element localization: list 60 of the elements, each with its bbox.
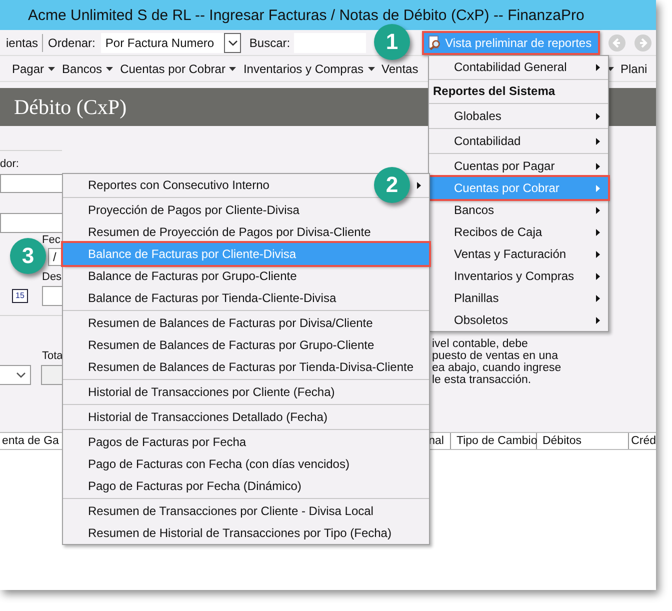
input-field[interactable] <box>0 213 62 233</box>
step-badge: 1 <box>374 24 410 60</box>
note-text: puesto de ventas en una <box>432 350 559 362</box>
menu-item[interactable]: Bancos <box>429 199 498 221</box>
menu-item[interactable]: Pagar <box>12 62 44 76</box>
menu-item[interactable]: Pago de Facturas con Fecha (con días vencidos) <box>63 453 354 475</box>
sort-dropdown[interactable]: Por Factura Numero <box>101 32 242 52</box>
window-title: Acme Unlimited S de RL -- Ingresar Facturas / Notas de Débito (CxP) -- FinanzaPro <box>28 6 584 24</box>
menu-item[interactable]: Inventarios y Compras <box>429 265 578 287</box>
menu-item[interactable]: Ventas y Facturación <box>429 243 570 265</box>
menu-item[interactable]: Balance de Facturas por Tienda-Cliente-Divisa <box>63 287 340 309</box>
menu-item[interactable]: Proyección de Pagos por Cliente-Divisa <box>63 199 304 221</box>
menu-item[interactable]: Plani <box>620 62 648 76</box>
menu-item[interactable]: Bancos <box>62 62 102 76</box>
input-field[interactable] <box>42 286 62 306</box>
menu-item[interactable]: Resumen de Balances de Facturas por Divisa/Cliente <box>63 312 377 334</box>
menu-item[interactable]: Inventarios y Compras <box>243 62 364 76</box>
field-label: dor: <box>0 158 20 171</box>
column-header: Créd <box>630 434 656 449</box>
column-header: Débitos <box>537 433 630 449</box>
menu-item[interactable]: Obsoletos <box>429 309 512 331</box>
menu-item[interactable]: Contabilidad General <box>429 56 571 78</box>
menu-item[interactable]: Reportes con Consecutivo Interno <box>63 174 274 196</box>
menu-item[interactable]: Globales <box>429 105 506 127</box>
note-text: ivel contable, debe <box>432 338 529 350</box>
note-text: le esta transacción. <box>432 374 532 386</box>
date-field[interactable]: / <box>48 248 62 266</box>
menu-item[interactable]: Resumen de Proyección de Pagos por Divisa-Cliente <box>63 221 375 243</box>
field-label: Tota <box>42 350 62 363</box>
field-label: Des <box>42 271 62 284</box>
menu-item[interactable]: Cuentas por Pagar <box>429 155 559 177</box>
menu-item[interactable]: Planillas <box>429 287 503 309</box>
toolbar-label: ientas <box>6 36 38 50</box>
menu-heading: Reportes del Sistema <box>432 83 556 100</box>
note-text: ea abajo, cuando ingrese <box>432 362 562 374</box>
menu-item[interactable]: Recibos de Caja <box>429 221 546 243</box>
report-preview-icon <box>428 35 442 50</box>
search-label: Buscar: <box>249 36 290 50</box>
input-field[interactable] <box>0 174 62 193</box>
sort-label: Ordenar: <box>48 36 96 50</box>
menu-item[interactable]: Ventas <box>382 62 418 76</box>
chevron-icon <box>16 372 26 378</box>
menu-item[interactable]: Resumen de Historial de Transacciones por Tipo (Fecha) <box>63 522 396 544</box>
forward-icon <box>634 34 652 52</box>
menu-item[interactable]: Contabilidad <box>429 130 525 152</box>
dropdown-field[interactable] <box>0 365 31 385</box>
input-field[interactable] <box>41 365 62 385</box>
form-title: Débito (CxP) <box>14 94 127 120</box>
menu-item[interactable]: Historial de Transacciones Detallado (Fecha) <box>63 406 332 428</box>
menu-item[interactable]: Pago de Facturas por Fecha (Dinámico) <box>63 475 306 497</box>
menu-item[interactable]: Historial de Transacciones por Cliente (Fecha) <box>63 381 339 403</box>
menu-item[interactable]: Balance de Facturas por Grupo-Cliente <box>63 265 301 287</box>
menu-item[interactable]: Resumen de Transacciones por Cliente - Divisa Local <box>63 500 378 522</box>
chevron-icon <box>228 40 238 46</box>
calendar-icon[interactable]: 15 <box>12 289 28 303</box>
menu-item[interactable]: Cuentas por Cobrar <box>120 62 226 76</box>
menu-item[interactable]: Resumen de Balances de Facturas por Tienda-Divisa-Cliente <box>63 356 418 378</box>
back-icon <box>608 34 626 52</box>
menu-item[interactable]: Resumen de Balances de Facturas por Grupo-Cliente <box>63 334 378 356</box>
column-header: Tipo de Cambio <box>451 433 538 449</box>
